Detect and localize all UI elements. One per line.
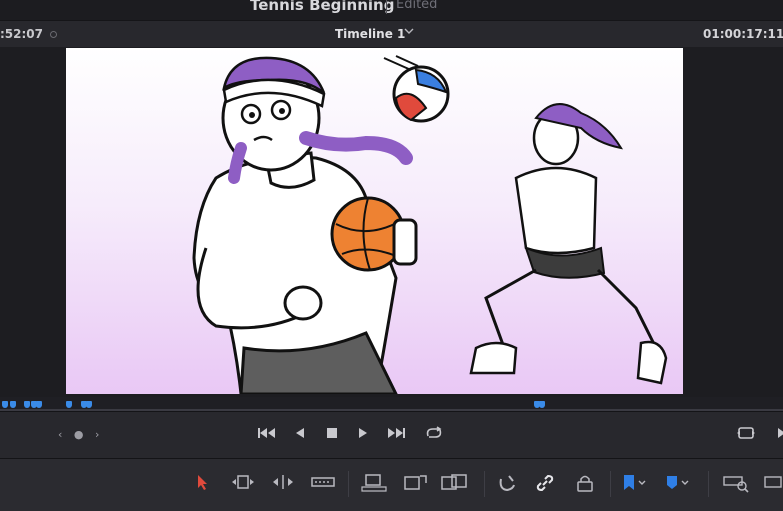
position-lock-icon[interactable] <box>575 473 597 493</box>
play-next-icon[interactable] <box>776 426 783 444</box>
marker-icon[interactable] <box>66 401 72 408</box>
toolbar-divider <box>708 471 709 497</box>
overwrite-clip-icon[interactable] <box>402 473 427 493</box>
jog-control[interactable]: ‹ ● › <box>58 428 103 441</box>
replace-clip-icon[interactable] <box>440 473 467 493</box>
jump-end-icon[interactable] <box>386 426 406 444</box>
marker-icon[interactable] <box>36 401 42 408</box>
linked-selection-icon[interactable] <box>535 473 557 493</box>
marker-icon[interactable] <box>539 401 545 408</box>
zoom-icon[interactable] <box>722 473 749 493</box>
play-icon[interactable] <box>357 426 369 444</box>
record-timecode: 01:00:17:11 <box>703 27 783 41</box>
toolbar-divider <box>484 471 485 497</box>
dynamic-trim-icon[interactable] <box>270 473 293 493</box>
viewer-header: :52:07 Timeline 1 01:00:17:11 <box>0 20 783 48</box>
edit-toolbar <box>0 458 783 511</box>
viewer[interactable] <box>0 47 783 397</box>
chevron-down-icon[interactable] <box>404 26 414 39</box>
toolbar-divider <box>348 471 349 497</box>
marker-icon[interactable] <box>24 401 30 408</box>
marker-icon[interactable] <box>10 401 16 408</box>
step-back-icon[interactable] <box>294 426 306 444</box>
blade-icon[interactable] <box>310 473 335 493</box>
stop-icon[interactable] <box>325 426 339 444</box>
video-frame[interactable] <box>66 48 683 394</box>
project-status: Edited <box>396 0 438 12</box>
transport-controls: ‹ ● › <box>0 411 783 458</box>
fullscreen-icon[interactable] <box>736 426 756 444</box>
toolbar-divider <box>610 471 611 497</box>
selection-arrow-icon[interactable] <box>196 473 218 493</box>
snapping-icon[interactable] <box>497 473 519 493</box>
title-divider <box>386 0 387 14</box>
loop-icon[interactable] <box>424 426 444 444</box>
source-timecode: :52:07 <box>0 27 43 41</box>
timeline-selector[interactable]: Timeline 1 <box>335 27 405 41</box>
title-bar: Tennis Beginning Edited <box>0 0 783 20</box>
project-title: Tennis Beginning <box>250 0 395 14</box>
insert-clip-icon[interactable] <box>360 473 387 493</box>
status-dot-icon <box>50 31 57 38</box>
marker-icon[interactable] <box>664 473 689 493</box>
marker-icon[interactable] <box>2 401 8 408</box>
jump-start-icon[interactable] <box>257 426 277 444</box>
timeline-scrubber[interactable] <box>0 397 783 411</box>
zoom-fit-icon[interactable] <box>763 473 783 493</box>
marker-icon[interactable] <box>86 401 92 408</box>
frame-illustration <box>192 55 668 394</box>
flag-icon[interactable] <box>621 473 646 493</box>
trim-edit-icon[interactable] <box>230 473 254 493</box>
